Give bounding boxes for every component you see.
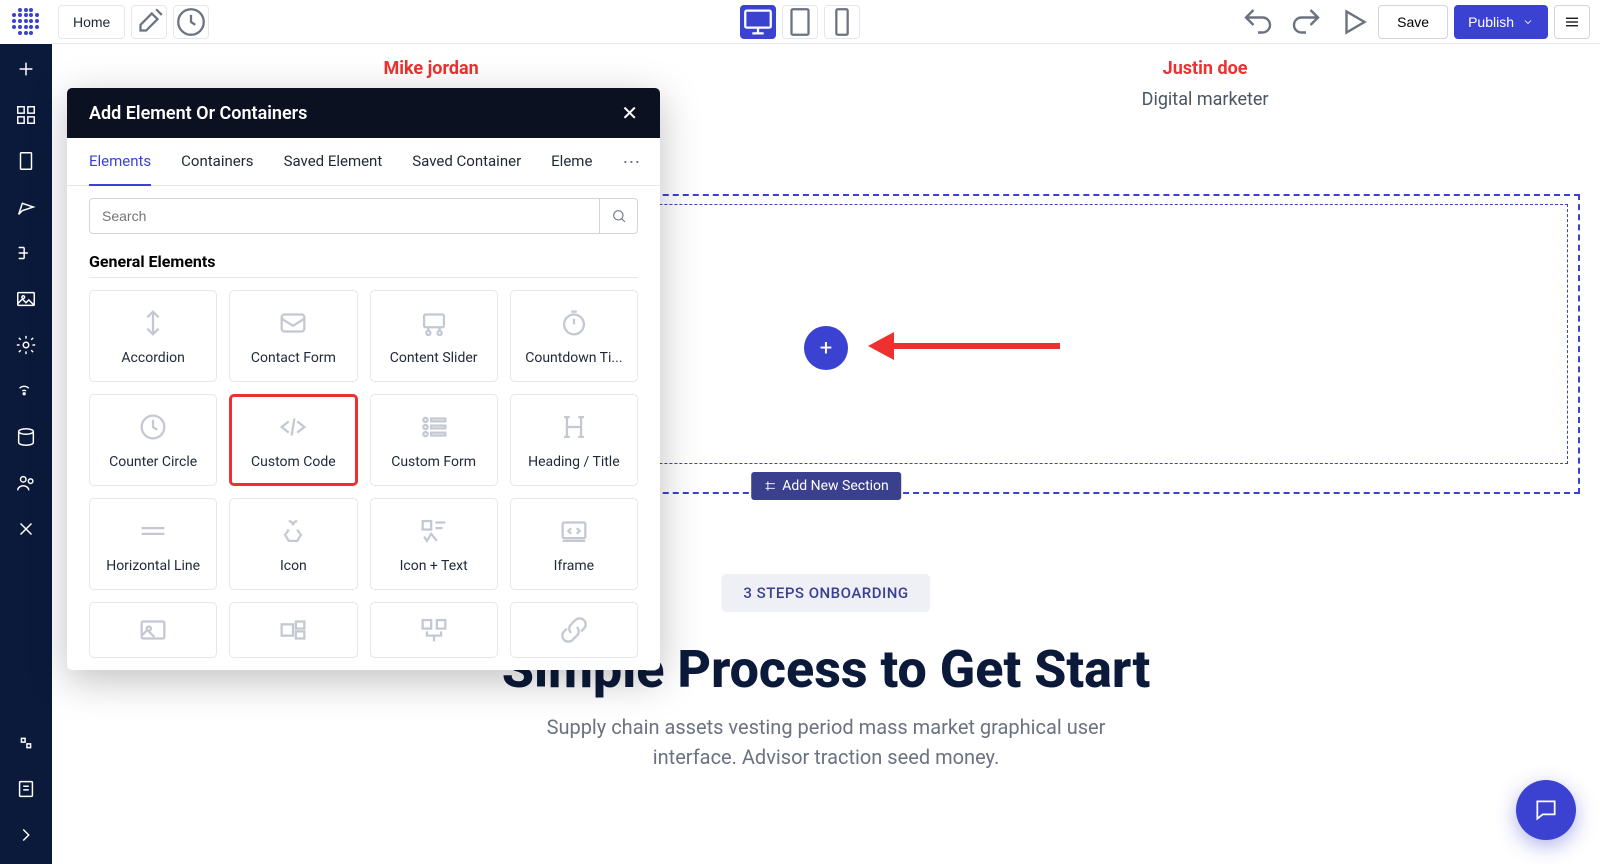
element-icon-text[interactable]: Icon + Text: [370, 498, 498, 590]
image-icon[interactable]: [15, 288, 37, 310]
team-member-name: Mike jordan: [383, 58, 478, 79]
desktop-device-button[interactable]: [740, 5, 776, 39]
menu-button[interactable]: [1554, 5, 1590, 39]
docs-icon[interactable]: [15, 778, 37, 800]
chat-button[interactable]: [1516, 780, 1576, 840]
elements-grid: Accordion Contact Form Content Slider Co…: [67, 290, 660, 602]
redo-button[interactable]: [1288, 5, 1324, 39]
element-partial-3[interactable]: [370, 602, 498, 658]
annotation-arrow: [868, 332, 1060, 360]
element-icon[interactable]: Icon: [229, 498, 357, 590]
add-element-button[interactable]: +: [804, 326, 848, 370]
device-switcher: [740, 5, 860, 39]
close-icon[interactable]: ✕: [621, 101, 638, 125]
save-button[interactable]: Save: [1378, 5, 1448, 39]
element-accordion[interactable]: Accordion: [89, 290, 217, 382]
tab-more-icon[interactable]: ⋯: [622, 152, 640, 185]
tab-saved-element[interactable]: Saved Element: [284, 152, 383, 185]
design-icon[interactable]: [15, 196, 37, 218]
search-input[interactable]: [89, 198, 600, 234]
tree-icon[interactable]: [15, 242, 37, 264]
users-icon[interactable]: [15, 472, 37, 494]
element-horizontal-line[interactable]: Horizontal Line: [89, 498, 217, 590]
element-contact-form[interactable]: Contact Form: [229, 290, 357, 382]
onboarding-badge: 3 STEPS ONBOARDING: [721, 574, 930, 612]
wrench-icon[interactable]: [131, 5, 167, 39]
team-member-name: Justin doe: [1142, 58, 1269, 79]
element-custom-code[interactable]: Custom Code: [229, 394, 357, 486]
keyboard-icon[interactable]: [15, 732, 37, 754]
mobile-device-button[interactable]: [824, 5, 860, 39]
add-section-button[interactable]: Add New Section: [751, 472, 901, 500]
tab-overflow[interactable]: Eleme: [551, 152, 592, 185]
search-button[interactable]: [600, 198, 638, 234]
collapse-icon[interactable]: [15, 824, 37, 846]
tab-elements[interactable]: Elements: [89, 152, 151, 186]
database-icon[interactable]: [15, 426, 37, 448]
elements-section-title: General Elements: [67, 234, 660, 277]
element-content-slider[interactable]: Content Slider: [370, 290, 498, 382]
element-partial-1[interactable]: [89, 602, 217, 658]
element-heading[interactable]: Heading / Title: [510, 394, 638, 486]
element-partial-4[interactable]: [510, 602, 638, 658]
settings-icon[interactable]: [15, 334, 37, 356]
element-countdown-timer[interactable]: Countdown Ti...: [510, 290, 638, 382]
clock-icon[interactable]: [173, 5, 209, 39]
tablet-device-button[interactable]: [782, 5, 818, 39]
publish-button[interactable]: Publish: [1454, 5, 1548, 39]
page-icon[interactable]: [15, 150, 37, 172]
add-element-modal: Add Element Or Containers ✕ Elements Con…: [67, 88, 660, 670]
modal-tabs: Elements Containers Saved Element Saved …: [67, 138, 660, 186]
tab-containers[interactable]: Containers: [181, 152, 253, 185]
hero-subtitle: Supply chain assets vesting period mass …: [506, 712, 1146, 772]
element-counter-circle[interactable]: Counter Circle: [89, 394, 217, 486]
undo-button[interactable]: [1240, 5, 1276, 39]
top-toolbar: Home Save Publish: [0, 0, 1600, 44]
tab-saved-container[interactable]: Saved Container: [412, 152, 521, 185]
home-button[interactable]: Home: [58, 5, 125, 39]
element-partial-2[interactable]: [229, 602, 357, 658]
team-member-role: Digital marketer: [1142, 89, 1269, 110]
layout-icon[interactable]: [15, 104, 37, 126]
preview-button[interactable]: [1336, 5, 1372, 39]
modal-title: Add Element Or Containers: [89, 103, 307, 124]
tools-icon[interactable]: [15, 518, 37, 540]
element-custom-form[interactable]: Custom Form: [370, 394, 498, 486]
broadcast-icon[interactable]: [15, 380, 37, 402]
logo[interactable]: [0, 0, 52, 44]
add-icon[interactable]: [15, 58, 37, 80]
element-iframe[interactable]: Iframe: [510, 498, 638, 590]
left-sidebar: [0, 44, 52, 864]
